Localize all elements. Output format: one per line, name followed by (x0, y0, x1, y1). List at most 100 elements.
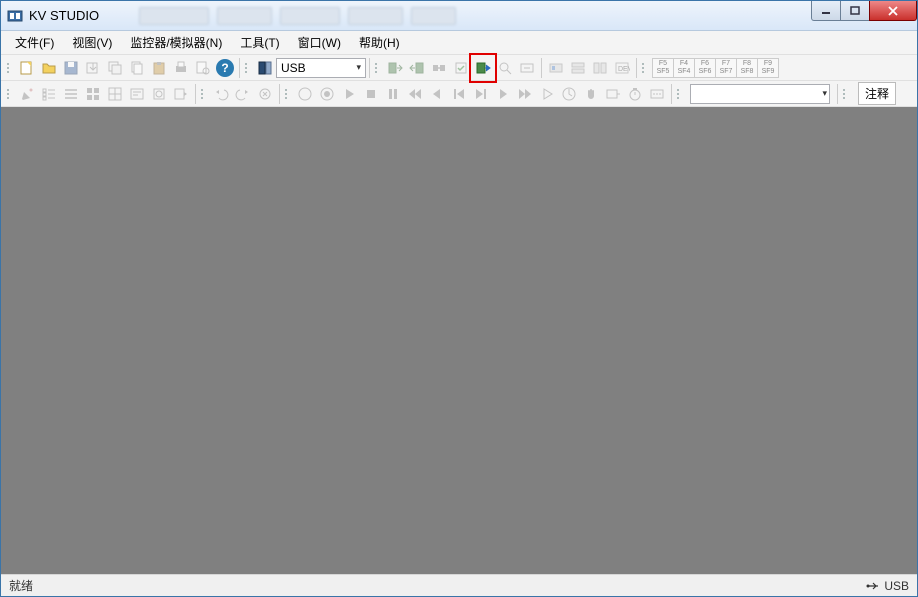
fkey-f6[interactable]: F6SF6 (694, 58, 716, 78)
new-project-button[interactable] (16, 57, 38, 79)
device-set-button[interactable] (602, 83, 624, 105)
step-forward-button[interactable] (492, 83, 514, 105)
svg-text:DEV: DEV (618, 66, 630, 73)
toolbar-grip[interactable] (285, 84, 291, 104)
menu-window[interactable]: 窗口(W) (290, 31, 349, 54)
fkey-f8[interactable]: F8SF8 (736, 58, 758, 78)
transfer-read-button[interactable] (384, 57, 406, 79)
toolbar-separator (369, 58, 370, 78)
blur-tab (411, 7, 456, 25)
redo-button[interactable] (232, 83, 254, 105)
fkey-f5[interactable]: F5SF5 (652, 58, 674, 78)
search-button[interactable] (494, 57, 516, 79)
menu-file[interactable]: 文件(F) (7, 31, 62, 54)
print-preview-button[interactable] (192, 57, 214, 79)
paste-button[interactable] (148, 57, 170, 79)
hand-button[interactable] (580, 83, 602, 105)
cross-ref-button[interactable] (148, 83, 170, 105)
used-device-button[interactable] (170, 83, 192, 105)
scan-button[interactable] (558, 83, 580, 105)
connection-select[interactable] (276, 58, 366, 78)
print-button[interactable] (170, 57, 192, 79)
copy-button[interactable] (126, 57, 148, 79)
trace-button[interactable]: DEV (611, 57, 633, 79)
toolbar-separator (279, 84, 280, 104)
skip-forward-button[interactable] (470, 83, 492, 105)
toolbar-separator (541, 58, 542, 78)
toolbar-grip[interactable] (843, 84, 849, 104)
skip-back-button[interactable] (448, 83, 470, 105)
menu-help[interactable]: 帮助(H) (351, 31, 408, 54)
undo-button[interactable] (210, 83, 232, 105)
usb-icon (866, 580, 880, 592)
device-combo[interactable]: ▾ (690, 84, 830, 104)
play-button[interactable] (338, 83, 360, 105)
batch-monitor-button[interactable] (567, 57, 589, 79)
blurred-header-tabs (139, 7, 456, 25)
stop-button[interactable] (360, 83, 382, 105)
cut-button[interactable] (104, 57, 126, 79)
fkey-f4[interactable]: F4SF4 (673, 58, 695, 78)
window-controls (812, 1, 917, 21)
mnemonic-button[interactable] (126, 83, 148, 105)
fkey-f9[interactable]: F9SF9 (757, 58, 779, 78)
toolbar-grip[interactable] (375, 58, 381, 78)
toolbar-2: ▾ 注释 (1, 81, 917, 107)
register-monitor-button[interactable] (589, 57, 611, 79)
verify-button[interactable] (450, 57, 472, 79)
maximize-button[interactable] (840, 1, 870, 21)
connection-select-wrap (276, 58, 366, 78)
fkey-f7[interactable]: F7SF7 (715, 58, 737, 78)
toolbar-separator (636, 58, 637, 78)
statusbar: 就绪 USB (1, 574, 917, 596)
ladder-view-button[interactable] (104, 83, 126, 105)
toolbar-grip[interactable] (677, 84, 683, 104)
timer-button[interactable] (624, 83, 646, 105)
help-icon: ? (216, 59, 234, 77)
toolbar-grip[interactable] (201, 84, 207, 104)
blur-tab (217, 7, 272, 25)
edit-mode-button[interactable] (16, 83, 38, 105)
list-view-button[interactable] (60, 83, 82, 105)
close-button[interactable] (869, 1, 917, 21)
play-outline-button[interactable] (536, 83, 558, 105)
annotation-dropdown[interactable]: 注释 (858, 82, 896, 105)
monitor-transfer-button[interactable] (472, 57, 494, 79)
toolbar-grip[interactable] (7, 84, 13, 104)
app-icon (7, 8, 23, 24)
grid-view-button[interactable] (82, 83, 104, 105)
save-button[interactable] (60, 57, 82, 79)
app-title: KV STUDIO (29, 8, 99, 23)
transfer-write-button[interactable] (406, 57, 428, 79)
plc-unit-button[interactable] (254, 57, 276, 79)
rewind-button[interactable] (404, 83, 426, 105)
chevron-down-icon: ▾ (822, 88, 827, 99)
counter-button[interactable] (646, 83, 668, 105)
pause-button[interactable] (382, 83, 404, 105)
toolbar-grip[interactable] (7, 58, 13, 78)
forward-button[interactable] (514, 83, 536, 105)
run-start-button[interactable] (294, 83, 316, 105)
open-button[interactable] (38, 57, 60, 79)
status-ready: 就绪 (9, 577, 33, 594)
menu-tool[interactable]: 工具(T) (232, 31, 287, 54)
checkbox-list-button[interactable] (38, 83, 60, 105)
toolbar-grip[interactable] (642, 58, 648, 78)
fkey-palette: F5SF5 F4SF4 F6SF6 F7SF7 F8SF8 F9SF9 (653, 58, 779, 78)
highlighted-toolbar-button (472, 57, 494, 79)
titlebar: KV STUDIO (1, 1, 917, 31)
replace-button[interactable] (516, 57, 538, 79)
help-button[interactable]: ? (214, 57, 236, 79)
device-monitor-button[interactable] (545, 57, 567, 79)
step-back-button[interactable] (426, 83, 448, 105)
menu-monitor[interactable]: 监控器/模拟器(N) (122, 31, 230, 54)
connect-button[interactable] (428, 57, 450, 79)
toolbar-separator (671, 84, 672, 104)
blur-tab (348, 7, 403, 25)
convert-button[interactable] (254, 83, 276, 105)
minimize-button[interactable] (811, 1, 841, 21)
record-button[interactable] (316, 83, 338, 105)
export-button[interactable] (82, 57, 104, 79)
menu-view[interactable]: 视图(V) (64, 31, 120, 54)
toolbar-grip[interactable] (245, 58, 251, 78)
